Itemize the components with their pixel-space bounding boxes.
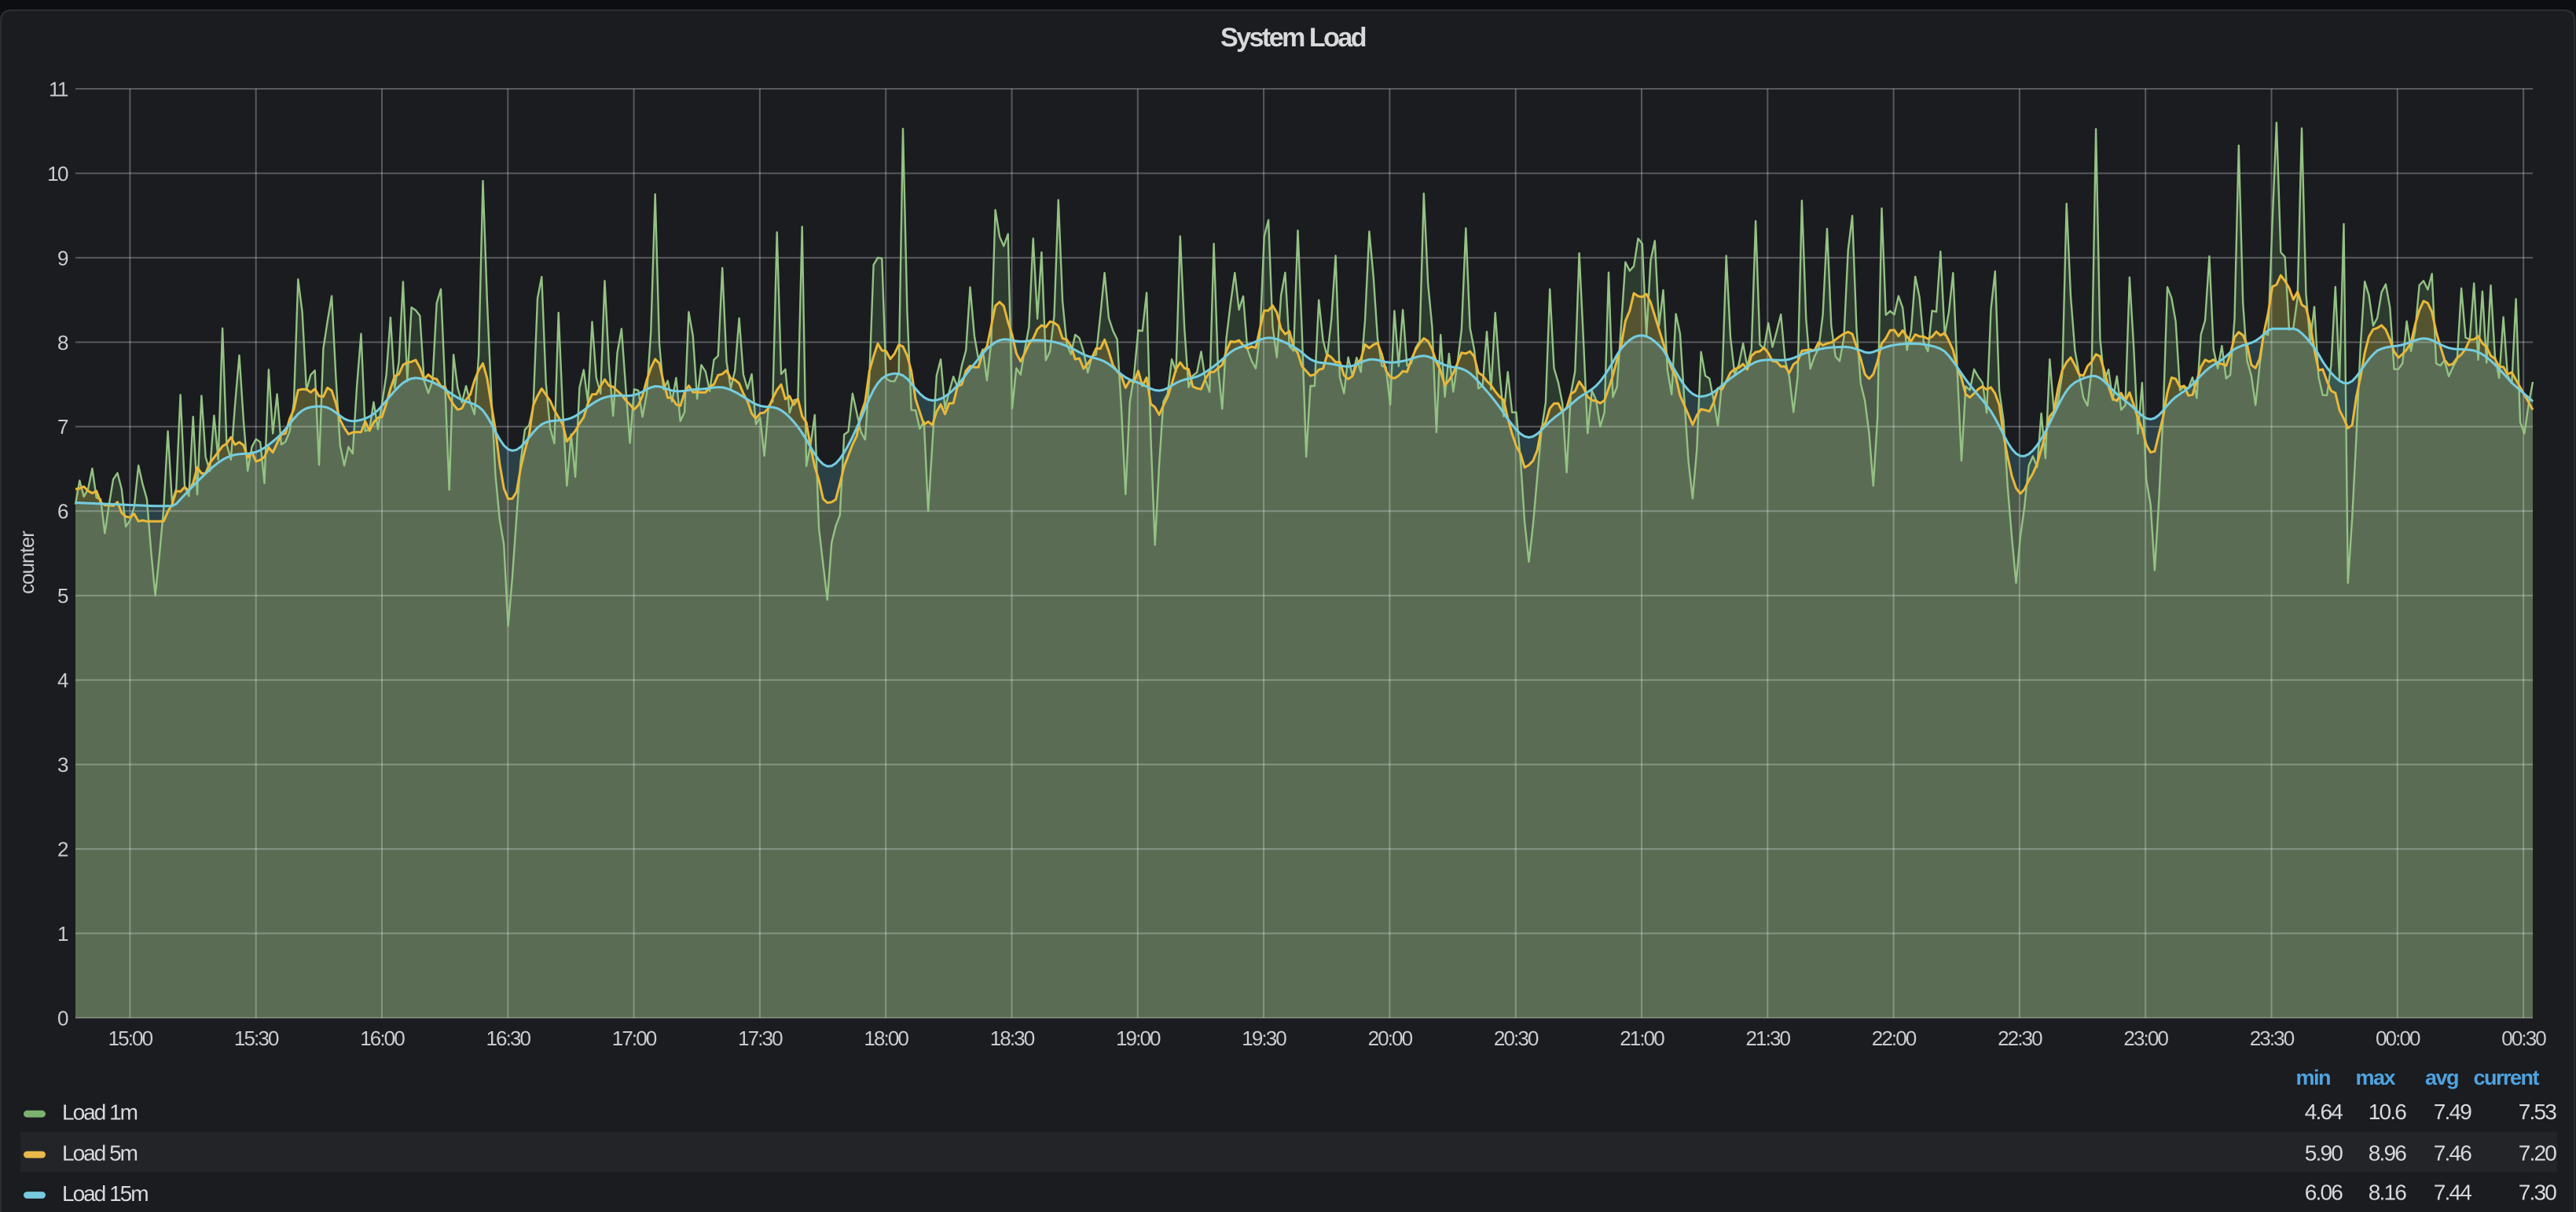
svg-text:7.20: 7.20 — [2519, 1141, 2557, 1166]
svg-text:Load 1m: Load 1m — [62, 1100, 138, 1125]
svg-text:17:00: 17:00 — [612, 1027, 657, 1050]
svg-text:counter: counter — [15, 531, 39, 594]
svg-text:7.53: 7.53 — [2519, 1100, 2557, 1124]
svg-text:19:30: 19:30 — [1242, 1027, 1286, 1050]
svg-text:6.06: 6.06 — [2305, 1181, 2343, 1205]
svg-text:10: 10 — [47, 162, 68, 185]
svg-text:21:00: 21:00 — [1620, 1027, 1664, 1050]
svg-text:15:00: 15:00 — [108, 1027, 153, 1050]
svg-text:7: 7 — [57, 415, 68, 439]
svg-text:0: 0 — [57, 1006, 68, 1030]
svg-text:8: 8 — [57, 331, 68, 354]
svg-text:18:30: 18:30 — [990, 1027, 1035, 1050]
svg-text:current: current — [2473, 1066, 2539, 1089]
svg-text:19:00: 19:00 — [1116, 1027, 1161, 1050]
svg-text:00:00: 00:00 — [2376, 1027, 2420, 1050]
svg-text:7.30: 7.30 — [2519, 1181, 2557, 1205]
svg-text:max: max — [2355, 1066, 2395, 1089]
svg-text:7.44: 7.44 — [2434, 1181, 2472, 1205]
svg-text:3: 3 — [57, 753, 68, 777]
svg-text:20:30: 20:30 — [1494, 1027, 1539, 1050]
svg-text:7.49: 7.49 — [2434, 1100, 2472, 1124]
svg-text:6: 6 — [57, 500, 68, 523]
svg-text:21:30: 21:30 — [1746, 1027, 1791, 1050]
svg-text:18:00: 18:00 — [864, 1027, 908, 1050]
svg-text:System Load: System Load — [1220, 23, 1366, 53]
svg-text:11: 11 — [49, 77, 68, 101]
svg-text:Load 15m: Load 15m — [62, 1181, 148, 1206]
svg-text:5.90: 5.90 — [2305, 1141, 2343, 1166]
svg-text:23:00: 23:00 — [2123, 1027, 2168, 1050]
svg-text:5: 5 — [57, 584, 68, 608]
svg-text:7.46: 7.46 — [2434, 1141, 2472, 1166]
svg-text:15:30: 15:30 — [234, 1027, 279, 1050]
svg-text:00:30: 00:30 — [2501, 1027, 2546, 1050]
svg-text:avg: avg — [2425, 1066, 2458, 1089]
svg-text:min: min — [2295, 1066, 2330, 1089]
svg-text:8.16: 8.16 — [2369, 1181, 2407, 1205]
svg-text:16:30: 16:30 — [486, 1027, 531, 1050]
svg-text:22:30: 22:30 — [1998, 1027, 2042, 1050]
svg-text:16:00: 16:00 — [360, 1027, 405, 1050]
svg-text:23:30: 23:30 — [2250, 1027, 2295, 1050]
svg-text:1: 1 — [57, 922, 68, 946]
svg-text:17:30: 17:30 — [738, 1027, 783, 1050]
svg-text:10.6: 10.6 — [2369, 1100, 2407, 1124]
svg-text:Load 5m: Load 5m — [62, 1140, 138, 1165]
svg-text:4: 4 — [57, 669, 68, 692]
svg-text:8.96: 8.96 — [2369, 1141, 2407, 1166]
svg-text:9: 9 — [57, 246, 68, 270]
svg-text:20:00: 20:00 — [1368, 1027, 1413, 1050]
svg-text:4.64: 4.64 — [2305, 1100, 2343, 1124]
svg-text:2: 2 — [57, 838, 68, 861]
svg-text:22:00: 22:00 — [1872, 1027, 1917, 1050]
